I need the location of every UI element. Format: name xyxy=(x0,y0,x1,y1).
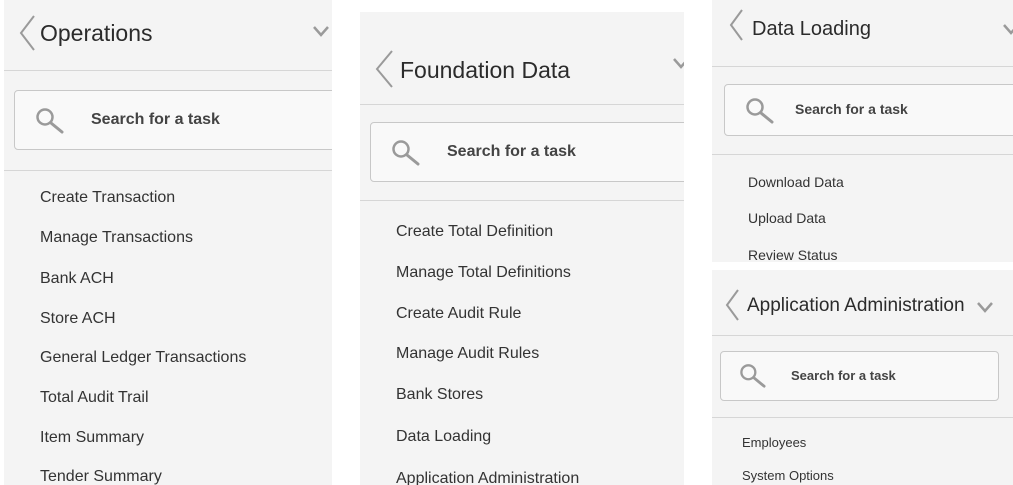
search-input[interactable]: Search for a task xyxy=(724,84,1013,136)
chevron-down-icon[interactable] xyxy=(312,24,330,38)
search-icon xyxy=(739,363,767,394)
task-manage-audit-rules[interactable]: Manage Audit Rules xyxy=(396,345,539,363)
task-tender-summary[interactable]: Tender Summary xyxy=(40,468,162,485)
search-divider xyxy=(360,200,684,201)
search-icon xyxy=(35,107,65,140)
task-application-administration[interactable]: Application Administration xyxy=(396,470,579,485)
search-icon xyxy=(391,139,421,172)
panel-title: Foundation Data xyxy=(400,57,571,83)
search-placeholder: Search for a task xyxy=(447,143,576,160)
header-divider xyxy=(712,335,1013,336)
task-general-ledger-transactions[interactable]: General Ledger Transactions xyxy=(40,349,246,367)
back-chevron-icon[interactable] xyxy=(374,49,394,89)
task-manage-transactions[interactable]: Manage Transactions xyxy=(40,229,193,247)
data-loading-panel: Data Loading Search for a task Download … xyxy=(712,0,1013,262)
task-store-ach[interactable]: Store ACH xyxy=(40,310,116,328)
foundation-data-panel: Foundation Data Search for a task Create… xyxy=(360,12,684,485)
header-divider xyxy=(360,104,684,105)
task-data-loading[interactable]: Data Loading xyxy=(396,428,491,446)
task-download-data[interactable]: Download Data xyxy=(748,174,844,190)
application-administration-panel: Application Administration Search for a … xyxy=(712,270,1013,485)
panel-title: Data Loading xyxy=(752,18,871,40)
panel-title: Operations xyxy=(40,20,153,46)
back-chevron-icon[interactable] xyxy=(728,8,744,42)
search-input[interactable]: Search for a task xyxy=(370,122,684,182)
search-placeholder: Search for a task xyxy=(795,101,908,117)
search-divider xyxy=(4,170,332,171)
operations-panel: Operations Search for a task Create Tran… xyxy=(4,0,332,485)
task-bank-stores[interactable]: Bank Stores xyxy=(396,386,483,404)
search-input[interactable]: Search for a task xyxy=(720,351,999,401)
task-system-options[interactable]: System Options xyxy=(742,468,834,483)
search-placeholder: Search for a task xyxy=(791,368,896,383)
chevron-down-icon[interactable] xyxy=(976,300,994,314)
task-total-audit-trail[interactable]: Total Audit Trail xyxy=(40,389,149,407)
chevron-down-icon[interactable] xyxy=(1002,22,1013,36)
task-review-status[interactable]: Review Status xyxy=(748,247,837,262)
task-create-transaction[interactable]: Create Transaction xyxy=(40,189,175,207)
task-bank-ach[interactable]: Bank ACH xyxy=(40,270,114,288)
search-icon xyxy=(745,97,775,130)
header-divider xyxy=(712,66,1013,67)
task-upload-data[interactable]: Upload Data xyxy=(748,210,826,226)
search-divider xyxy=(712,154,1013,155)
search-placeholder: Search for a task xyxy=(91,111,220,128)
task-item-summary[interactable]: Item Summary xyxy=(40,429,144,447)
task-create-audit-rule[interactable]: Create Audit Rule xyxy=(396,305,521,323)
header-divider xyxy=(4,70,332,71)
back-chevron-icon[interactable] xyxy=(18,14,36,52)
search-input[interactable]: Search for a task xyxy=(14,90,332,150)
back-chevron-icon[interactable] xyxy=(724,288,740,322)
panel-title: Application Administration xyxy=(747,295,965,316)
task-employees[interactable]: Employees xyxy=(742,435,806,450)
chevron-down-icon[interactable] xyxy=(672,56,684,70)
search-divider xyxy=(712,417,1013,418)
task-create-total-definition[interactable]: Create Total Definition xyxy=(396,223,553,241)
task-manage-total-definitions[interactable]: Manage Total Definitions xyxy=(396,264,571,282)
